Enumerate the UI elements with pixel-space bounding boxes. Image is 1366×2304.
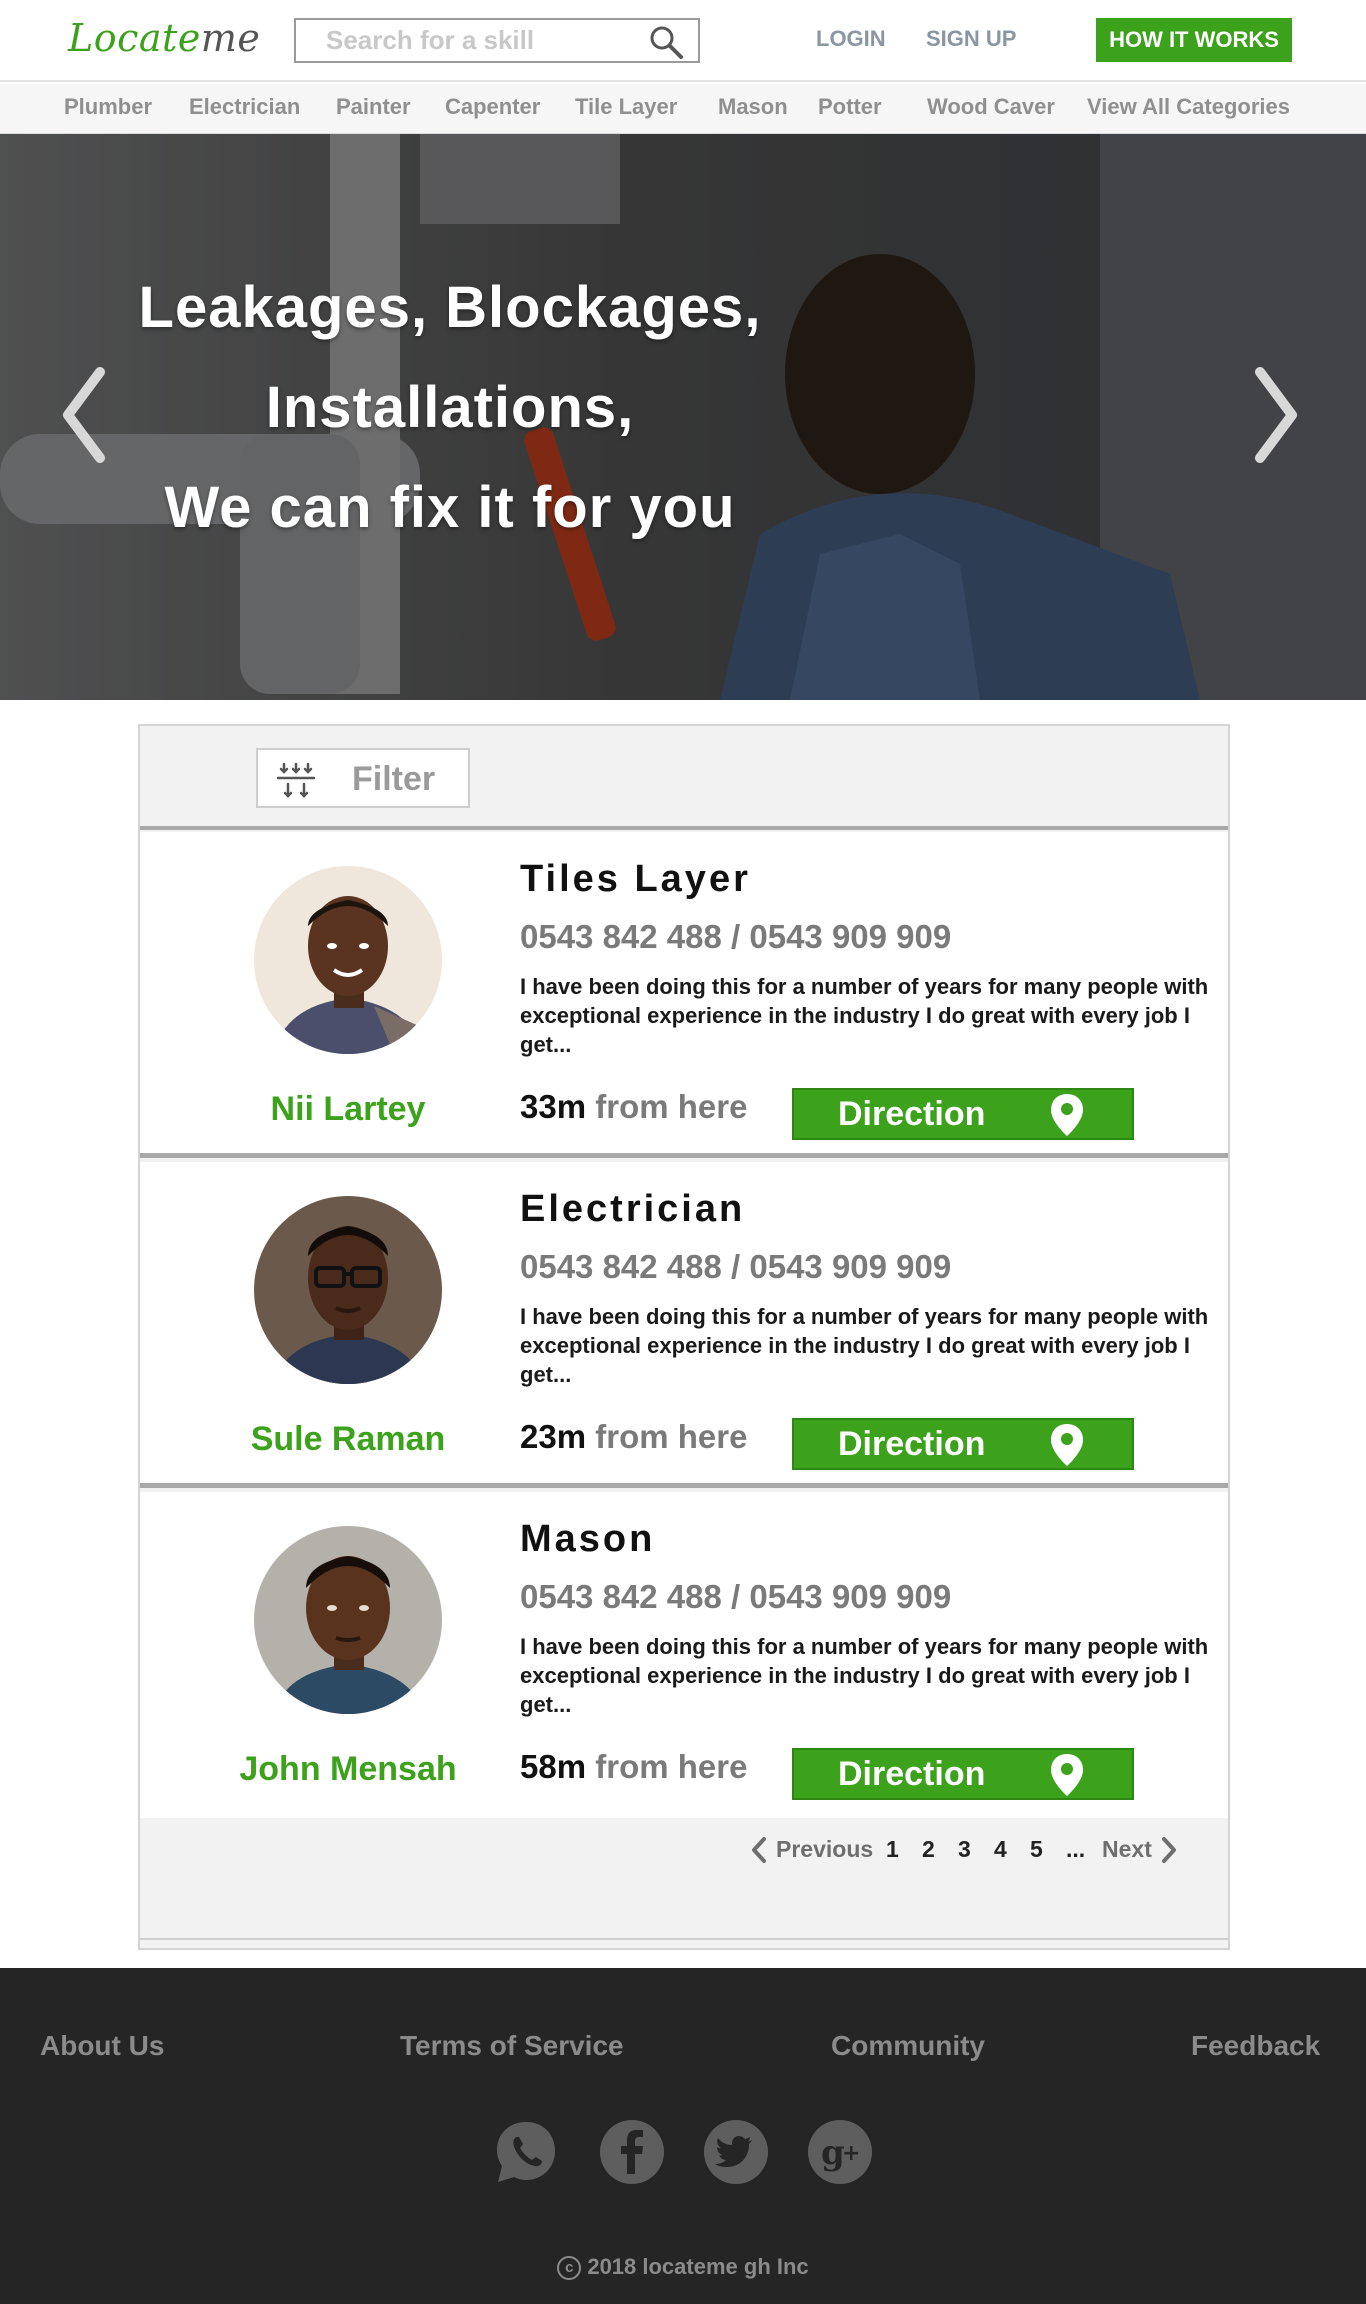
pagination-previous[interactable]: Previous bbox=[776, 1836, 873, 1863]
pagination-page-4[interactable]: 4 bbox=[994, 1836, 1007, 1863]
worker-card: Sule Raman Electrician 0543 842 488 / 05… bbox=[140, 1162, 1228, 1488]
worker-phone-numbers: 0543 842 488 / 0543 909 909 bbox=[520, 1248, 952, 1285]
filter-button[interactable]: Filter bbox=[256, 748, 470, 808]
whatsapp-icon[interactable] bbox=[492, 2118, 560, 2186]
top-navbar: Locateme LOGIN SIGN UP HOW IT WORKS bbox=[0, 0, 1366, 82]
copyright-label: 2018 locateme gh Inc bbox=[587, 2254, 809, 2279]
pagination: Previous 1 2 3 4 5 ... Next bbox=[140, 1822, 1228, 1902]
location-pin-icon bbox=[1051, 1424, 1083, 1466]
signup-link[interactable]: SIGN UP bbox=[926, 26, 1016, 52]
direction-button[interactable]: Direction bbox=[792, 1088, 1134, 1140]
worker-avatar bbox=[254, 1196, 442, 1384]
site-footer: About Us Terms of Service Community Feed… bbox=[0, 1968, 1366, 2304]
logo-text: Locate bbox=[68, 16, 201, 60]
distance-suffix: from here bbox=[595, 1088, 748, 1125]
hero-headline-line-3: We can fix it for you bbox=[164, 475, 736, 540]
worker-name[interactable]: Sule Raman bbox=[168, 1420, 528, 1459]
direction-label: Direction bbox=[838, 1425, 986, 1463]
worker-avatar bbox=[254, 1526, 442, 1714]
distance-value: 23m bbox=[520, 1418, 587, 1455]
pagination-page-3[interactable]: 3 bbox=[958, 1836, 971, 1863]
distance-suffix: from here bbox=[595, 1418, 748, 1455]
worker-description: I have been doing this for a number of y… bbox=[520, 974, 1209, 1057]
worker-name[interactable]: Nii Lartey bbox=[168, 1090, 528, 1129]
worker-card: John Mensah Mason 0543 842 488 / 0543 90… bbox=[140, 1492, 1228, 1818]
pagination-page-2[interactable]: 2 bbox=[922, 1836, 935, 1863]
pagination-page-1[interactable]: 1 bbox=[886, 1836, 899, 1863]
chevron-left-icon[interactable] bbox=[750, 1836, 768, 1864]
worker-distance: 23m from here bbox=[520, 1418, 747, 1456]
direction-button[interactable]: Direction bbox=[792, 1748, 1134, 1800]
location-pin-icon bbox=[1051, 1094, 1083, 1136]
worker-card: Nii Lartey Tiles Layer 0543 842 488 / 05… bbox=[140, 832, 1228, 1158]
category-mason[interactable]: Mason bbox=[718, 94, 788, 120]
category-painter[interactable]: Painter bbox=[336, 94, 411, 120]
worker-profession: Tiles Layer bbox=[520, 858, 751, 900]
search-input[interactable] bbox=[296, 20, 636, 61]
hero-slider: Leakages, Blockages, Installations, We c… bbox=[0, 134, 1366, 700]
pagination-ellipsis: ... bbox=[1066, 1836, 1086, 1862]
chevron-right-icon[interactable] bbox=[1244, 360, 1304, 470]
chevron-left-icon[interactable] bbox=[56, 360, 116, 470]
facebook-icon[interactable] bbox=[598, 2118, 666, 2186]
copyright-text: c 2018 locateme gh Inc bbox=[0, 2254, 1366, 2281]
svg-text:+: + bbox=[842, 2141, 860, 2166]
google-plus-icon[interactable]: g + bbox=[806, 2118, 874, 2186]
hero-headline-line-1: Leakages, Blockages, bbox=[138, 275, 762, 340]
category-plumber[interactable]: Plumber bbox=[64, 94, 152, 120]
site-logo[interactable]: Locateme bbox=[68, 16, 260, 60]
worker-distance: 58m from here bbox=[520, 1748, 747, 1786]
panel-divider bbox=[140, 1938, 1228, 1948]
search-icon[interactable] bbox=[648, 24, 684, 60]
footer-link-community[interactable]: Community bbox=[831, 2030, 985, 2062]
copyright-icon: c bbox=[557, 2256, 582, 2281]
chevron-right-icon[interactable] bbox=[1160, 1836, 1178, 1864]
worker-avatar bbox=[254, 866, 442, 1054]
hero-headline-line-2: Installations, bbox=[265, 375, 635, 440]
footer-link-feedback[interactable]: Feedback bbox=[1191, 2030, 1320, 2062]
location-pin-icon bbox=[1051, 1754, 1083, 1796]
worker-profession: Electrician bbox=[520, 1188, 746, 1230]
category-carpenter[interactable]: Capenter bbox=[445, 94, 540, 120]
worker-listing-panel: Filter Nii Lartey Tiles Layer 0543 842 4… bbox=[138, 724, 1230, 1950]
pagination-next[interactable]: Next bbox=[1102, 1836, 1152, 1863]
how-it-works-button[interactable]: HOW IT WORKS bbox=[1096, 18, 1292, 62]
filter-icon bbox=[276, 762, 316, 798]
direction-button[interactable]: Direction bbox=[792, 1418, 1134, 1470]
category-view-all[interactable]: View All Categories bbox=[1087, 94, 1290, 120]
search-box bbox=[294, 18, 700, 63]
worker-phone-numbers: 0543 842 488 / 0543 909 909 bbox=[520, 918, 952, 955]
category-tile-layer[interactable]: Tile Layer bbox=[575, 94, 677, 120]
filter-label: Filter bbox=[352, 760, 436, 798]
distance-value: 58m bbox=[520, 1748, 587, 1785]
direction-label: Direction bbox=[838, 1755, 986, 1793]
worker-distance: 33m from here bbox=[520, 1088, 747, 1126]
category-electrician[interactable]: Electrician bbox=[189, 94, 300, 120]
category-potter[interactable]: Potter bbox=[818, 94, 882, 120]
footer-link-terms-of-service[interactable]: Terms of Service bbox=[400, 2030, 624, 2062]
category-bar: Plumber Electrician Painter Capenter Til… bbox=[0, 84, 1366, 134]
direction-label: Direction bbox=[838, 1095, 986, 1133]
login-link[interactable]: LOGIN bbox=[816, 26, 886, 52]
worker-name[interactable]: John Mensah bbox=[168, 1750, 528, 1789]
logo-accent-text: me bbox=[200, 16, 261, 60]
worker-description: I have been doing this for a number of y… bbox=[520, 1304, 1209, 1387]
worker-profession: Mason bbox=[520, 1518, 656, 1560]
worker-description: I have been doing this for a number of y… bbox=[520, 1634, 1209, 1717]
footer-link-about-us[interactable]: About Us bbox=[40, 2030, 164, 2062]
distance-value: 33m bbox=[520, 1088, 587, 1125]
distance-suffix: from here bbox=[595, 1748, 748, 1785]
worker-phone-numbers: 0543 842 488 / 0543 909 909 bbox=[520, 1578, 952, 1615]
filter-row: Filter bbox=[140, 726, 1228, 830]
pagination-page-5[interactable]: 5 bbox=[1030, 1836, 1043, 1863]
category-wood-carver[interactable]: Wood Caver bbox=[927, 94, 1055, 120]
twitter-icon[interactable] bbox=[702, 2118, 770, 2186]
